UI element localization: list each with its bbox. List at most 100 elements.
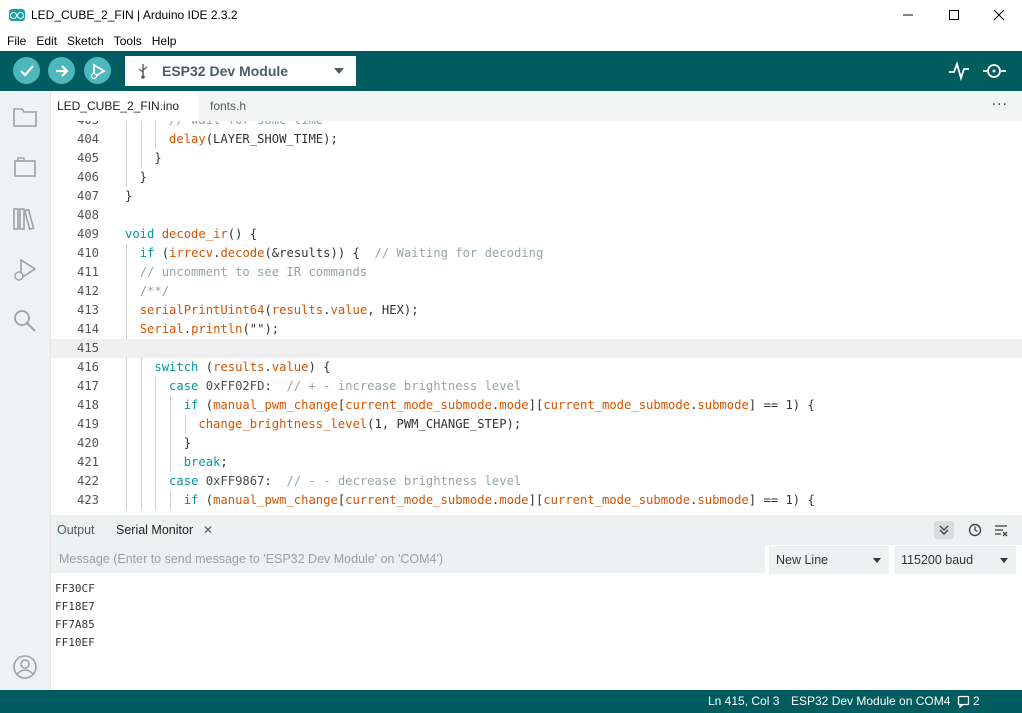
activity-sidebar — [0, 91, 51, 690]
verify-button[interactable] — [13, 57, 40, 84]
code-text: if (manual_pwm_change[current_mode_submo… — [183, 493, 815, 507]
line-ending-value: New Line — [776, 553, 829, 567]
minimize-button[interactable] — [885, 0, 931, 30]
code-line[interactable]: 416 switch (results.value) { — [51, 358, 1022, 377]
indent-guide — [140, 453, 142, 472]
more-options-icon[interactable]: ··· — [992, 97, 1008, 113]
code-line[interactable]: 406 } — [51, 168, 1022, 187]
line-number: 403 — [51, 121, 99, 130]
board-selector[interactable]: ESP32 Dev Module — [125, 56, 356, 86]
code-line[interactable]: 408 — [51, 206, 1022, 225]
code-line[interactable]: 411 // uncomment to see IR commands — [51, 263, 1022, 282]
code-line[interactable]: 423 if (manual_pwm_change[current_mode_s… — [51, 491, 1022, 510]
indent-guide — [126, 472, 127, 491]
account-icon[interactable] — [12, 654, 38, 680]
title-bar: LED_CUBE_2_FIN | Arduino IDE 2.3.2 — [0, 0, 1022, 30]
indent-guide — [155, 121, 157, 130]
debug-button[interactable] — [84, 57, 111, 84]
code-text: if (irrecv.decode(&results)) { // Waitin… — [139, 246, 544, 260]
notification-bell-icon[interactable] — [957, 695, 971, 708]
code-line[interactable]: 412 /**/ — [51, 282, 1022, 301]
code-text: } — [125, 189, 133, 203]
clear-output-button[interactable] — [991, 521, 1011, 539]
code-line[interactable]: 422 case 0xFF9867: // - - decrease brigh… — [51, 472, 1022, 491]
code-line[interactable]: 404 delay(LAYER_SHOW_TIME); — [51, 130, 1022, 149]
line-number: 423 — [76, 493, 99, 507]
indent-guide — [140, 358, 142, 377]
code-line[interactable]: 409 void decode_ir() { — [51, 225, 1022, 244]
code-line[interactable]: 421 break; — [51, 453, 1022, 472]
code-text: case 0xFF9867: // - - decrease brightnes… — [169, 474, 522, 488]
code-text: switch (results.value) { — [154, 360, 331, 374]
menu-help[interactable]: Help — [152, 34, 177, 48]
close-serial-tab-icon[interactable]: ✕ — [203, 515, 213, 545]
line-number: 410 — [76, 246, 99, 260]
indent-guide — [126, 377, 127, 396]
code-text: void decode_ir() { — [125, 227, 258, 241]
line-number: 405 — [76, 151, 99, 165]
code-line[interactable]: 403 // wait for some time — [51, 121, 1022, 130]
code-line[interactable]: 410 if (irrecv.decode(&results)) { // Wa… — [51, 244, 1022, 263]
search-icon[interactable] — [12, 308, 38, 334]
double-chevron-down-icon — [939, 525, 949, 535]
debug-panel-icon[interactable] — [12, 257, 38, 283]
line-number: 416 — [76, 360, 99, 374]
baud-rate-select[interactable]: 115200 baud — [894, 546, 1016, 574]
indent-guide — [170, 415, 172, 434]
timestamp-button[interactable] — [965, 521, 985, 539]
upload-button[interactable] — [48, 57, 75, 84]
code-line[interactable]: 407} — [51, 187, 1022, 206]
serial-plotter-icon[interactable] — [948, 61, 970, 81]
code-line[interactable]: 418 if (manual_pwm_change[current_mode_s… — [51, 396, 1022, 415]
code-text: } — [125, 170, 148, 184]
window-title: LED_CUBE_2_FIN | Arduino IDE 2.3.2 — [31, 8, 238, 22]
sketchbook-folder-icon[interactable] — [12, 104, 38, 130]
line-number: 404 — [76, 132, 99, 146]
debug-icon — [90, 62, 106, 79]
line-ending-select[interactable]: New Line — [769, 546, 889, 574]
indent-guide — [126, 282, 127, 301]
serial-line: FF10EF — [55, 636, 95, 649]
code-text: /**/ — [139, 284, 170, 298]
menu-sketch[interactable]: Sketch — [67, 34, 104, 48]
autoscroll-button[interactable] — [934, 521, 954, 539]
indent-guide — [140, 472, 142, 491]
menu-edit[interactable]: Edit — [36, 34, 57, 48]
maximize-button[interactable] — [931, 0, 977, 30]
tab-serial-monitor[interactable]: Serial Monitor — [116, 515, 193, 545]
menu-tools[interactable]: Tools — [114, 34, 142, 48]
boards-manager-icon[interactable] — [12, 155, 38, 181]
indent-guide — [126, 149, 127, 168]
tab-fonts-h[interactable]: fonts.h — [210, 91, 246, 121]
code-line[interactable]: 420 } — [51, 434, 1022, 453]
board-port-status[interactable]: ESP32 Dev Module on COM4 — [791, 690, 950, 713]
code-line[interactable]: 414 Serial.println(""); — [51, 320, 1022, 339]
tab-output[interactable]: Output — [57, 515, 95, 545]
code-line[interactable]: 415 — [51, 339, 1022, 358]
menu-bar: File Edit Sketch Tools Help — [0, 30, 1022, 51]
indent-guide — [126, 491, 127, 510]
serial-line: FF18E7 — [55, 600, 95, 613]
code-line[interactable]: 417 case 0xFF02FD: // + - increase brigh… — [51, 377, 1022, 396]
code-line[interactable]: 413 serialPrintUint64(results.value, HEX… — [51, 301, 1022, 320]
cursor-position[interactable]: Ln 415, Col 3 — [708, 690, 779, 713]
indent-guide — [155, 472, 157, 491]
indent-guide — [126, 320, 127, 339]
indent-guide — [126, 244, 127, 263]
menu-file[interactable]: File — [7, 34, 26, 48]
clear-list-icon — [995, 525, 1008, 537]
close-window-button[interactable] — [976, 0, 1022, 30]
serial-monitor-icon[interactable] — [983, 61, 1007, 81]
code-editor[interactable]: 423 if (manual_pwm_change[current_mode_s… — [51, 121, 1022, 514]
check-icon — [19, 64, 34, 77]
serial-message-input[interactable]: Message (Enter to send message to 'ESP32… — [51, 545, 765, 573]
indent-guide — [140, 434, 142, 453]
library-manager-icon[interactable] — [12, 206, 38, 232]
indent-guide — [155, 377, 157, 396]
code-line[interactable]: 405 } — [51, 149, 1022, 168]
indent-guide — [126, 301, 127, 320]
code-line[interactable]: 419 change_brightness_level(1, PWM_CHANG… — [51, 415, 1022, 434]
notification-count: 2 — [973, 694, 980, 708]
tab-led-cube-ino[interactable]: LED_CUBE_2_FIN.ino — [51, 91, 198, 121]
usb-icon — [138, 64, 148, 79]
